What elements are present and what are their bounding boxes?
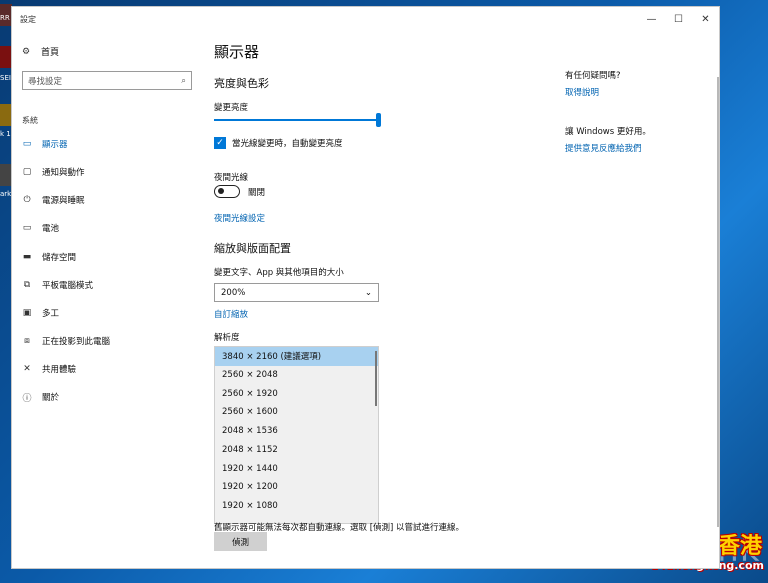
- dropdown-scrollbar[interactable]: [375, 351, 377, 406]
- maximize-button[interactable]: ☐: [665, 7, 692, 31]
- resolution-option[interactable]: 1920 × 1440: [215, 459, 378, 478]
- resolution-option[interactable]: 2560 × 1920: [215, 384, 378, 403]
- project-icon: ⧈: [24, 336, 30, 346]
- search-input[interactable]: 尋找設定 ⌕: [22, 71, 192, 90]
- brightness-label: 變更亮度: [214, 103, 249, 113]
- night-light-row: 關閉: [214, 185, 265, 198]
- chevron-down-icon: ⌄: [364, 287, 372, 298]
- main-scrollbar[interactable]: [717, 77, 719, 527]
- storage-icon: ▬: [22, 252, 32, 262]
- multitask-icon: ▣: [22, 308, 32, 318]
- nav-section-label: 系統: [22, 116, 38, 125]
- resolution-label: 解析度: [214, 333, 240, 343]
- resolution-option[interactable]: 2560 × 1600: [215, 403, 378, 422]
- monitor-icon: ▭: [22, 139, 32, 149]
- sidebar-item-tablet[interactable]: ⧉ 平板電腦模式: [12, 275, 202, 295]
- brightness-slider-track[interactable]: [214, 119, 378, 121]
- resolution-option[interactable]: 1920 × 1080: [215, 497, 378, 516]
- main-content: 顯示器 亮度與色彩 變更亮度 ✓ 當光線變更時，自動變更亮度 夜間光線 關閉 夜…: [214, 31, 554, 561]
- resolution-option[interactable]: 2048 × 1536: [215, 422, 378, 441]
- window-controls: — ☐ ✕: [638, 7, 719, 31]
- sidebar-item-label: 電源與睡眠: [42, 196, 85, 206]
- night-light-toggle[interactable]: [214, 185, 240, 198]
- auto-brightness-checkbox[interactable]: ✓: [214, 137, 226, 149]
- section-heading: 縮放與版面配置: [214, 242, 291, 255]
- sidebar-item-projecting[interactable]: ⧈ 正在投影到此電腦: [12, 331, 202, 351]
- feedback-text: 讓 Windows 更好用。: [565, 127, 651, 137]
- resolution-option[interactable]: 3840 × 2160 (建議選項): [215, 347, 378, 366]
- sidebar-item-label: 多工: [42, 309, 60, 319]
- auto-brightness-label: 當光線變更時，自動變更亮度: [232, 139, 343, 149]
- feedback-link[interactable]: 提供意見反應給我們: [565, 142, 642, 154]
- scale-label: 變更文字、App 與其他項目的大小: [214, 268, 344, 278]
- sidebar-item-storage[interactable]: ▬ 儲存空間: [12, 247, 202, 267]
- settings-window: 設定 — ☐ ✕ ⚙ 首頁 尋找設定 ⌕ 系統 ▭ 顯示器 ▢ 通知與動作 ⏻ …: [11, 6, 720, 569]
- night-light-state: 關閉: [248, 187, 266, 198]
- scale-dropdown-value: 200%: [221, 287, 246, 298]
- desktop-icon-label: ark: [0, 190, 12, 198]
- search-placeholder: 尋找設定: [28, 76, 63, 87]
- custom-scaling-link[interactable]: 自訂縮放: [214, 308, 248, 320]
- notification-icon: ▢: [22, 167, 32, 177]
- help-question: 有任何疑問嗎?: [565, 71, 621, 81]
- resolution-option[interactable]: 2048 × 1152: [215, 441, 378, 460]
- sidebar-item-power[interactable]: ⏻ 電源與睡眠: [12, 190, 202, 210]
- page-title: 顯示器: [214, 43, 260, 61]
- desktop-icon-label: SEI: [0, 74, 11, 82]
- resolution-option[interactable]: 1920 × 1200: [215, 478, 378, 497]
- info-icon: ⓘ: [22, 393, 32, 404]
- auto-brightness-row[interactable]: ✓ 當光線變更時，自動變更亮度: [214, 137, 343, 149]
- tablet-icon: ⧉: [23, 280, 31, 290]
- search-icon: ⌕: [181, 75, 186, 86]
- nav-home-label: 首頁: [41, 48, 60, 58]
- night-light-label: 夜間光線: [214, 173, 249, 183]
- brightness-slider-thumb[interactable]: [376, 113, 381, 127]
- get-help-link[interactable]: 取得說明: [565, 86, 599, 98]
- sidebar-item-label: 顯示器: [42, 140, 68, 150]
- sidebar-item-label: 共用體驗: [42, 365, 77, 375]
- sidebar-item-label: 正在投影到此電腦: [42, 337, 111, 347]
- sidebar-item-label: 通知與動作: [42, 168, 85, 178]
- resolution-option[interactable]: 2560 × 2048: [215, 366, 378, 385]
- desktop-icon-label: k 1: [0, 130, 11, 138]
- sidebar-item-shared[interactable]: ✕ 共用體驗: [12, 359, 202, 379]
- resolution-dropdown-list[interactable]: 3840 × 2160 (建議選項) 2560 × 2048 2560 × 19…: [214, 346, 379, 524]
- desktop-icon-label: RR: [0, 14, 10, 22]
- window-title: 設定: [20, 14, 36, 24]
- power-icon: ⏻: [23, 195, 31, 205]
- section-heading: 亮度與色彩: [214, 77, 269, 90]
- sidebar-item-label: 平板電腦模式: [42, 281, 94, 291]
- night-light-settings-link[interactable]: 夜間光線設定: [214, 212, 265, 224]
- minimize-button[interactable]: —: [638, 7, 665, 31]
- nav-home-item[interactable]: ⚙ 首頁: [21, 45, 60, 59]
- sidebar-item-battery[interactable]: ▭ 電池: [12, 218, 202, 238]
- toggle-knob: [218, 188, 224, 194]
- sidebar-item-label: 關於: [42, 393, 60, 403]
- sidebar-item-label: 儲存空間: [42, 253, 77, 263]
- title-bar[interactable]: 設定 — ☐ ✕: [12, 7, 719, 31]
- sidebar-item-notifications[interactable]: ▢ 通知與動作: [12, 162, 202, 182]
- battery-icon: ▭: [22, 223, 32, 233]
- sidebar-item-display[interactable]: ▭ 顯示器: [12, 134, 202, 154]
- nav-pane: ⚙ 首頁 尋找設定 ⌕ 系統 ▭ 顯示器 ▢ 通知與動作 ⏻ 電源與睡眠 ▭ 電…: [12, 31, 202, 561]
- scale-dropdown[interactable]: 200% ⌄: [214, 283, 379, 302]
- sidebar-item-label: 電池: [42, 224, 60, 234]
- sidebar-item-about[interactable]: ⓘ 關於: [12, 387, 202, 407]
- close-button[interactable]: ✕: [692, 7, 719, 31]
- detect-button[interactable]: 偵測: [214, 532, 267, 551]
- sidebar-item-multitasking[interactable]: ▣ 多工: [12, 303, 202, 323]
- shared-icon: ✕: [23, 364, 31, 374]
- gear-icon: ⚙: [21, 46, 31, 57]
